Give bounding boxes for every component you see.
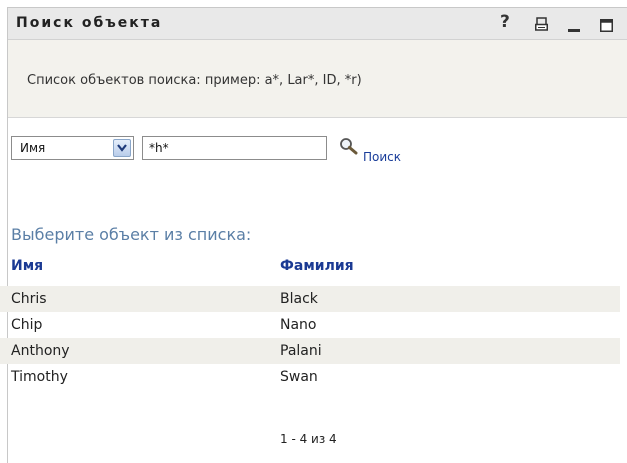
minimize-icon[interactable]	[568, 17, 580, 32]
dropdown-button[interactable]	[113, 139, 131, 157]
table-row[interactable]: Timothy Swan	[0, 364, 620, 390]
print-icon[interactable]	[535, 16, 548, 31]
search-field-selected-value: Имя	[20, 141, 46, 155]
search-hint-text: Список объектов поиска: пример: a*, Lar*…	[27, 73, 362, 88]
pagination-info: 1 - 4 из 4	[280, 432, 337, 446]
table-row[interactable]: Chip Nano	[0, 312, 620, 338]
cell-first-name: Chris	[11, 291, 47, 307]
search-query-input[interactable]	[142, 136, 327, 160]
window-title: Поиск объекта	[16, 15, 163, 31]
table-row[interactable]: Anthony Palani	[0, 338, 620, 364]
chevron-down-icon	[117, 144, 127, 152]
info-bar: Список объектов поиска: пример: a*, Lar*…	[8, 40, 627, 118]
results-title: Выберите объект из списка:	[11, 225, 252, 244]
search-field-select[interactable]: Имя	[11, 136, 134, 160]
cell-first-name: Anthony	[11, 343, 70, 359]
cell-first-name: Chip	[11, 317, 43, 333]
maximize-icon[interactable]	[600, 17, 613, 32]
column-header-last-name[interactable]: Фамилия	[280, 258, 354, 274]
cell-last-name: Black	[280, 291, 318, 307]
magnifier-icon[interactable]	[339, 137, 359, 157]
column-header-first-name[interactable]: Имя	[11, 258, 43, 274]
cell-last-name: Swan	[280, 369, 318, 385]
search-link[interactable]: Поиск	[363, 150, 401, 164]
table-row[interactable]: Chris Black	[0, 286, 620, 312]
cell-last-name: Nano	[280, 317, 317, 333]
title-bar: Поиск объекта ?	[8, 8, 627, 40]
cell-last-name: Palani	[280, 343, 322, 359]
help-icon[interactable]: ?	[500, 12, 510, 32]
cell-first-name: Timothy	[11, 369, 68, 385]
